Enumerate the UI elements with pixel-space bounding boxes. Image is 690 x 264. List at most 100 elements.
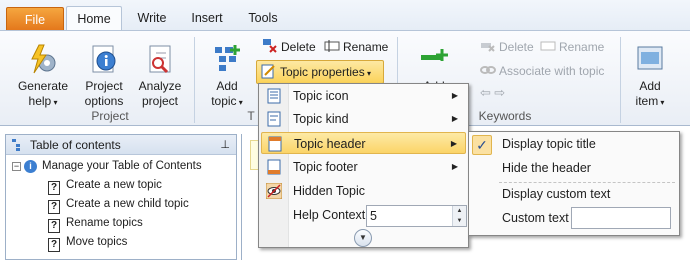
group-separator bbox=[620, 37, 621, 123]
help-context-input[interactable]: 5 ▲ ▼ bbox=[366, 205, 467, 227]
associate-with-topic-button[interactable]: Associate with topic bbox=[480, 61, 604, 81]
submenu-arrow-icon: ▶ bbox=[451, 162, 458, 171]
info-icon: i bbox=[24, 160, 37, 173]
project-group-label: Project bbox=[91, 109, 129, 123]
add-topic-label: Add topic bbox=[211, 79, 238, 108]
tab-home[interactable]: Home bbox=[66, 6, 122, 30]
submenu-arrow-icon: ▶ bbox=[450, 139, 457, 148]
tree-item[interactable]: ? Move topics bbox=[48, 234, 128, 252]
menu-item-label: Topic footer bbox=[293, 160, 358, 174]
spin-down-icon[interactable]: ▼ bbox=[457, 218, 463, 224]
menu-item-label: Hidden Topic bbox=[293, 184, 366, 198]
keyword-delete-icon bbox=[481, 43, 495, 52]
hidden-eye-icon bbox=[266, 183, 282, 199]
keyword-rename-icon bbox=[540, 41, 556, 51]
menu-item-topic-icon[interactable]: Topic icon ▶ bbox=[261, 85, 466, 107]
spin-up-icon[interactable]: ▲ bbox=[457, 208, 463, 214]
lightning-gear-icon bbox=[31, 44, 56, 74]
help-topic-icon: ? bbox=[48, 181, 60, 195]
ribbon-tab-bar: File Home Write Insert Tools bbox=[0, 0, 690, 30]
topic-icon-icon bbox=[267, 88, 281, 104]
project-options-label: Project options bbox=[84, 79, 124, 108]
topic-header-icon bbox=[268, 136, 282, 152]
help-context-label: Help Context bbox=[293, 208, 366, 222]
tree-item[interactable]: ? Create a new child topic bbox=[48, 196, 189, 214]
tab-insert[interactable]: Insert bbox=[182, 6, 232, 30]
topic-properties-icon bbox=[261, 64, 275, 79]
add-topic-icon bbox=[215, 45, 240, 71]
add-keyword-icon bbox=[421, 49, 448, 61]
topic-kind-icon bbox=[267, 111, 281, 127]
help-topic-icon: ? bbox=[48, 238, 60, 252]
toc-pane-header: Table of contents ⊥ bbox=[6, 135, 236, 155]
toc-icon bbox=[12, 139, 20, 151]
project-options-button[interactable]: Project options bbox=[78, 43, 130, 109]
tree-item-label: Rename topics bbox=[66, 217, 143, 229]
add-item-label: Add item bbox=[635, 79, 661, 108]
expand-more-icon[interactable]: ▼ bbox=[354, 229, 372, 247]
checkmark-icon: ✓ bbox=[472, 135, 492, 155]
arrow-left-icon: ⇦ bbox=[480, 85, 491, 100]
associate-with-topic-label: Associate with topic bbox=[499, 64, 605, 78]
delete-topic-button[interactable]: Delete bbox=[262, 37, 316, 57]
tree-item[interactable]: ? Create a new topic bbox=[48, 177, 162, 195]
add-topic-button[interactable]: Add topic ▾ bbox=[204, 43, 250, 110]
tree-item-label: Move topics bbox=[66, 236, 128, 248]
keyword-delete-label: Delete bbox=[499, 40, 534, 54]
generate-help-button[interactable]: Generate help ▾ bbox=[12, 43, 74, 110]
pin-icon[interactable]: ⊥ bbox=[220, 135, 230, 155]
submenu-item-label: Hide the header bbox=[502, 161, 591, 175]
tab-tools[interactable]: Tools bbox=[238, 6, 288, 30]
project-options-icon bbox=[92, 45, 116, 73]
delete-topic-icon bbox=[263, 39, 277, 53]
menu-item-label: Topic kind bbox=[293, 112, 349, 126]
analyze-project-button[interactable]: Analyze project bbox=[134, 43, 186, 109]
submenu-item-display-title[interactable]: ✓ Display topic title bbox=[469, 133, 679, 155]
submenu-item-label: Display topic title bbox=[502, 137, 596, 151]
topic-properties-button[interactable]: Topic properties ▾ bbox=[256, 60, 384, 84]
help-context-value: 5 bbox=[370, 209, 377, 223]
analyze-project-label: Analyze project bbox=[138, 79, 182, 108]
topic-properties-label: Topic properties bbox=[280, 65, 365, 79]
tree-node-root[interactable]: − i Manage your Table of Contents bbox=[12, 158, 202, 174]
tree-item[interactable]: ? Rename topics bbox=[48, 215, 143, 233]
custom-text-label: Custom text bbox=[502, 211, 569, 225]
analyze-project-icon bbox=[149, 45, 171, 74]
keyword-rename-button[interactable]: Rename bbox=[540, 37, 604, 57]
submenu-arrow-icon: ▶ bbox=[451, 114, 458, 123]
tree-item-label: Create a new child topic bbox=[66, 198, 189, 210]
arrow-right-icon: ⇨ bbox=[494, 85, 506, 100]
tab-write[interactable]: Write bbox=[128, 6, 176, 30]
menu-item-hidden-topic[interactable]: Hidden Topic bbox=[261, 180, 466, 202]
keyword-nav-arrows[interactable]: ⇦ ⇨ bbox=[480, 83, 505, 103]
menu-item-topic-header[interactable]: Topic header ▶ bbox=[261, 132, 466, 154]
rename-topic-label: Rename bbox=[343, 40, 389, 54]
menu-item-topic-kind[interactable]: Topic kind ▶ bbox=[261, 108, 466, 130]
collapse-icon[interactable]: − bbox=[12, 162, 21, 171]
delete-topic-label: Delete bbox=[281, 40, 316, 54]
tree-item-label: Manage your Table of Contents bbox=[42, 160, 202, 172]
help-topic-icon: ? bbox=[48, 200, 60, 214]
keyword-rename-label: Rename bbox=[559, 40, 605, 54]
submenu-item-hide-header[interactable]: Hide the header bbox=[469, 157, 679, 179]
group-separator bbox=[194, 37, 195, 123]
menu-item-label: Topic header bbox=[294, 137, 366, 151]
rename-topic-icon bbox=[324, 40, 340, 52]
chevron-down-icon: ▾ bbox=[364, 69, 371, 78]
submenu-item-label: Display custom text bbox=[502, 187, 611, 201]
add-item-button[interactable]: Add item ▾ bbox=[628, 43, 672, 110]
generate-help-label: Generate help bbox=[17, 79, 69, 108]
topics-group-label: T bbox=[247, 109, 255, 123]
rename-topic-button[interactable]: Rename bbox=[324, 37, 388, 57]
submenu-item-display-custom-text[interactable]: Display custom text bbox=[469, 183, 679, 205]
link-icon bbox=[480, 66, 496, 74]
help-topic-icon: ? bbox=[48, 219, 60, 233]
chevron-down-icon: ▾ bbox=[236, 98, 243, 107]
keyword-delete-button[interactable]: Delete bbox=[480, 37, 534, 57]
menu-item-topic-footer[interactable]: Topic footer ▶ bbox=[261, 156, 466, 178]
toc-pane-title: Table of contents bbox=[30, 138, 121, 152]
keywords-group-label: Keywords bbox=[478, 109, 532, 123]
custom-text-input[interactable] bbox=[571, 207, 671, 229]
tab-file[interactable]: File bbox=[6, 7, 64, 30]
help-context-spinner[interactable]: ▲ ▼ bbox=[452, 206, 466, 226]
